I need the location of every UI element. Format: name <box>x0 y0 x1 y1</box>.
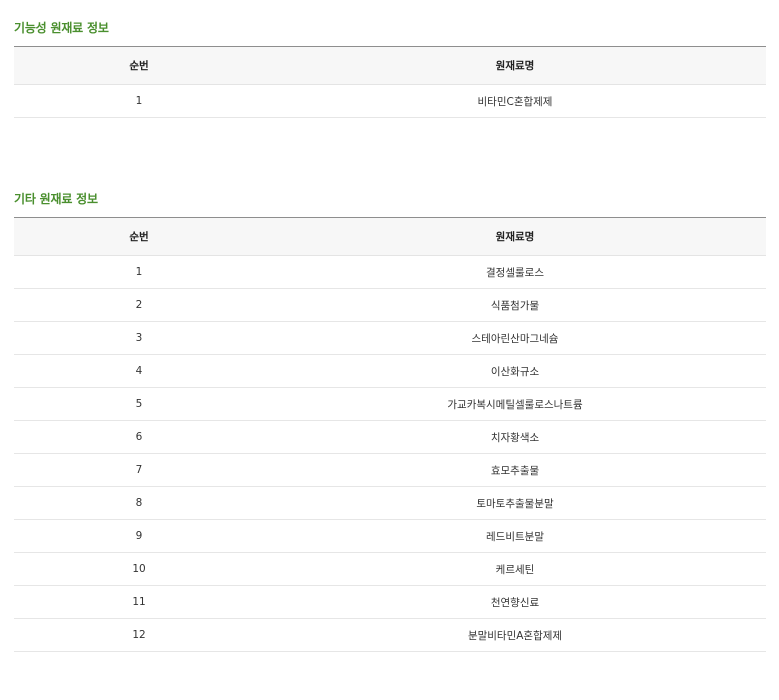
functional-ingredients-title: 기능성 원재료 정보 <box>14 21 109 35</box>
seq-cell: 9 <box>14 519 264 553</box>
table-row: 4 이산화규소 <box>14 354 766 388</box>
seq-cell: 11 <box>14 585 264 619</box>
ingredient-info-page: 기능성 원재료 정보 순번 원재료명 1 비타민C혼합제제 기타 원재료 정보 <box>0 0 779 700</box>
other-ingredients-table: 순번 원재료명 1 결정셀룰로스 2 식품첨가물 3 스테아린산마그네슘 4 이… <box>14 217 766 652</box>
functional-ingredients-table: 순번 원재료명 1 비타민C혼합제제 <box>14 46 766 118</box>
seq-cell: 12 <box>14 618 264 652</box>
seq-cell: 4 <box>14 354 264 388</box>
seq-cell: 1 <box>14 84 264 118</box>
seq-cell: 3 <box>14 321 264 355</box>
table-row: 8 토마토추출물분말 <box>14 486 766 520</box>
table-row: 9 레드비트분말 <box>14 519 766 553</box>
ingredient-name-cell: 레드비트분말 <box>264 519 766 553</box>
table-row: 7 효모추출물 <box>14 453 766 487</box>
ingredient-name-column-header: 원재료명 <box>264 217 766 256</box>
ingredient-name-cell: 결정셀룰로스 <box>264 255 766 289</box>
seq-column-header: 순번 <box>14 217 264 256</box>
seq-cell: 6 <box>14 420 264 454</box>
ingredient-name-cell: 스테아린산마그네슘 <box>264 321 766 355</box>
ingredient-name-cell: 치자황색소 <box>264 420 766 454</box>
seq-cell: 7 <box>14 453 264 487</box>
table-header-row: 순번 원재료명 <box>14 46 766 85</box>
table-body: 1 결정셀룰로스 2 식품첨가물 3 스테아린산마그네슘 4 이산화규소 5 가… <box>14 255 766 652</box>
ingredient-name-cell: 이산화규소 <box>264 354 766 388</box>
seq-cell: 5 <box>14 387 264 421</box>
table-row: 5 가교카복시메틸셀룰로스나트륨 <box>14 387 766 421</box>
ingredient-name-cell: 케르세틴 <box>264 552 766 586</box>
table-header-row: 순번 원재료명 <box>14 217 766 256</box>
seq-cell: 8 <box>14 486 264 520</box>
table-header: 순번 원재료명 <box>14 46 766 85</box>
table-header: 순번 원재료명 <box>14 217 766 256</box>
ingredient-name-cell: 식품첨가물 <box>264 288 766 322</box>
ingredient-name-cell: 분말비타민A혼합제제 <box>264 618 766 652</box>
ingredient-name-cell: 토마토추출물분말 <box>264 486 766 520</box>
table-row: 3 스테아린산마그네슘 <box>14 321 766 355</box>
other-ingredients-section: 기타 원재료 정보 순번 원재료명 1 결정셀룰로스 2 식품첨가물 3 스테아… <box>14 189 766 652</box>
seq-column-header: 순번 <box>14 46 264 85</box>
ingredient-name-cell: 가교카복시메틸셀룰로스나트륨 <box>264 387 766 421</box>
table-body: 1 비타민C혼합제제 <box>14 84 766 118</box>
table-row: 6 치자황색소 <box>14 420 766 454</box>
ingredient-name-cell: 천연향신료 <box>264 585 766 619</box>
other-ingredients-title: 기타 원재료 정보 <box>14 192 98 206</box>
seq-cell: 2 <box>14 288 264 322</box>
table-row: 1 결정셀룰로스 <box>14 255 766 289</box>
seq-cell: 1 <box>14 255 264 289</box>
seq-cell: 10 <box>14 552 264 586</box>
table-row: 2 식품첨가물 <box>14 288 766 322</box>
table-row: 1 비타민C혼합제제 <box>14 84 766 118</box>
table-row: 12 분말비타민A혼합제제 <box>14 618 766 652</box>
table-row: 11 천연향신료 <box>14 585 766 619</box>
functional-ingredients-section: 기능성 원재료 정보 순번 원재료명 1 비타민C혼합제제 <box>14 18 766 118</box>
ingredient-name-cell: 효모추출물 <box>264 453 766 487</box>
ingredient-name-column-header: 원재료명 <box>264 46 766 85</box>
table-row: 10 케르세틴 <box>14 552 766 586</box>
ingredient-name-cell: 비타민C혼합제제 <box>264 84 766 118</box>
